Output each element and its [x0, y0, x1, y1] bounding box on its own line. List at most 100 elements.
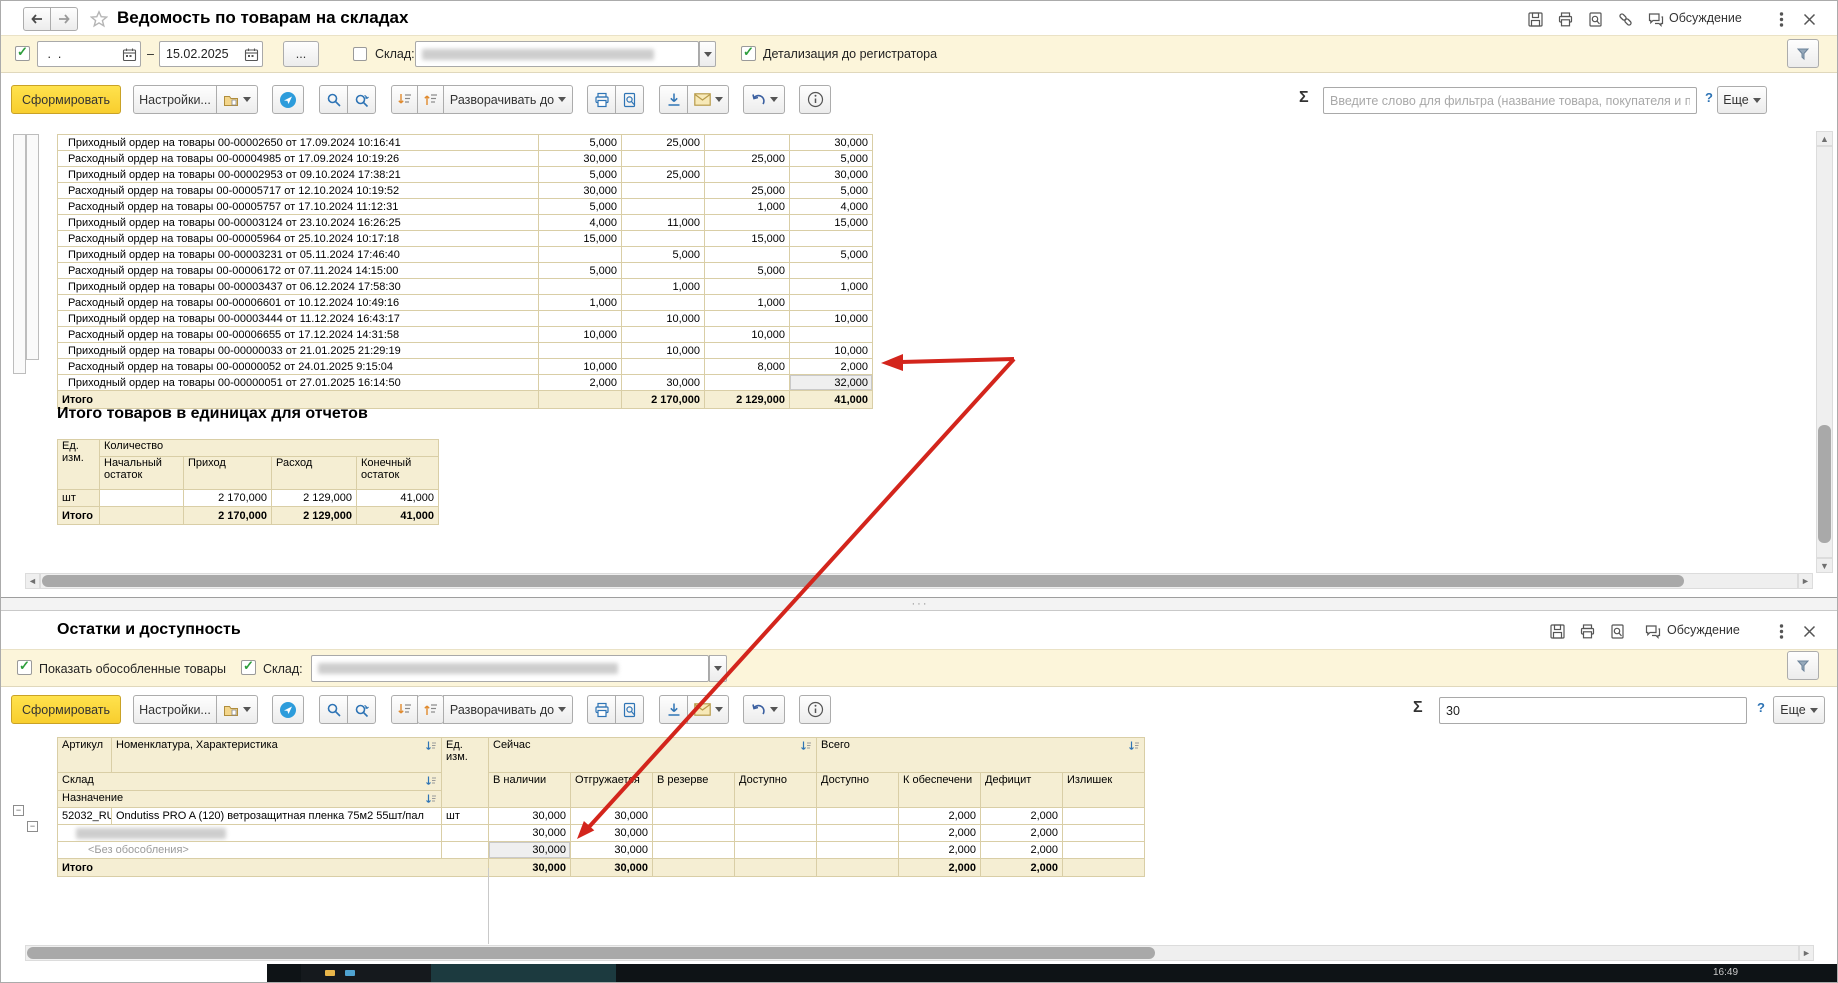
nomenclature-cell[interactable]: Ondutiss PRO A (120) ветрозащитная пленк… [112, 808, 442, 825]
report-cell[interactable]: 4,000 [539, 215, 622, 231]
link-icon[interactable] [1615, 9, 1635, 29]
to-supply-cell[interactable]: 2,000 [899, 842, 981, 859]
report-cell[interactable] [790, 295, 873, 311]
reserved-cell[interactable] [653, 808, 735, 825]
table-row[interactable]: 52032_RUS1 Ondutiss PRO A (120) ветрозащ… [58, 808, 1145, 825]
expand-to-button[interactable]: Разворачивать до [443, 85, 573, 114]
taskbar-app-logo[interactable] [301, 964, 431, 983]
table-row[interactable]: Приходный ордер на товары 00-00000051 от… [58, 375, 873, 391]
surplus-total[interactable] [1063, 859, 1145, 877]
kebab-menu-icon[interactable] [1773, 9, 1789, 29]
report-cell[interactable] [705, 135, 790, 151]
summary-total-out[interactable]: 2 129,000 [272, 507, 357, 525]
report-cell[interactable]: 30,000 [790, 167, 873, 183]
grouping-bar-level2[interactable] [26, 134, 39, 360]
in-stock-total[interactable]: 30,000 [489, 859, 571, 877]
preview-button[interactable] [615, 695, 644, 724]
summary-in-header[interactable]: Приход [184, 457, 272, 490]
to-supply-cell[interactable]: 2,000 [899, 825, 981, 842]
report-cell[interactable]: 10,000 [790, 311, 873, 327]
report-cell[interactable]: 32,000 [790, 375, 873, 391]
purpose-row-header[interactable]: Назначение [58, 791, 442, 808]
preview-button[interactable] [615, 85, 644, 114]
report-cell[interactable]: 1,000 [539, 295, 622, 311]
report-cell[interactable]: 8,000 [705, 359, 790, 375]
table-row[interactable]: Расходный ордер на товары 00-00006655 от… [58, 327, 873, 343]
table-row[interactable]: Расходный ордер на товары 00-00006601 от… [58, 295, 873, 311]
reserved-cell[interactable] [653, 825, 735, 842]
expand-groups-button[interactable] [417, 85, 444, 114]
report-cell[interactable]: Приходный ордер на товары 00-00003437 от… [58, 279, 539, 295]
available-cell[interactable] [735, 842, 817, 859]
sklad-field[interactable] [311, 655, 709, 682]
report-cell[interactable]: 10,000 [790, 343, 873, 359]
available-cell[interactable] [735, 808, 817, 825]
scroll-up-button[interactable]: ▲ [1816, 131, 1833, 146]
close-icon[interactable] [1799, 9, 1819, 29]
report-cell[interactable]: 5,000 [622, 247, 705, 263]
report-cell[interactable]: 5,000 [790, 183, 873, 199]
period-more-button[interactable]: ... [283, 41, 319, 67]
summary-qty-header[interactable]: Количество [100, 440, 439, 457]
table-row[interactable]: Приходный ордер на товары 00-00003231 от… [58, 247, 873, 263]
report-cell[interactable]: Приходный ордер на товары 00-00003124 от… [58, 215, 539, 231]
report-cell[interactable]: 5,000 [705, 263, 790, 279]
article-cell[interactable]: 52032_RUS1 [58, 808, 112, 825]
shipping-cell[interactable]: 30,000 [571, 842, 653, 859]
shipping-cell[interactable]: 30,000 [571, 808, 653, 825]
report-variants-button[interactable] [216, 695, 258, 724]
quick-filter-input[interactable] [1323, 87, 1697, 114]
more-button[interactable]: Еще [1773, 696, 1825, 724]
info-button[interactable] [799, 85, 831, 114]
table-row[interactable]: Расходный ордер на товары 00-00005717 от… [58, 183, 873, 199]
surplus-cell[interactable] [1063, 842, 1145, 859]
report-cell[interactable]: 5,000 [539, 167, 622, 183]
taskbar-app-segment[interactable] [431, 964, 616, 983]
expand-to-button[interactable]: Разворачивать до [443, 695, 573, 724]
settings-button[interactable]: Настройки... [133, 85, 217, 114]
print-preview-icon[interactable] [1607, 621, 1627, 641]
report-cell[interactable]: 5,000 [790, 247, 873, 263]
in-stock-cell-highlighted[interactable]: 30,000 [489, 842, 571, 859]
report-cell[interactable]: 25,000 [622, 167, 705, 183]
available2-total[interactable] [817, 859, 899, 877]
vertical-scrollbar-thumb[interactable] [1818, 425, 1831, 543]
surplus-cell[interactable] [1063, 825, 1145, 842]
grouping-bar-level1[interactable] [13, 134, 26, 374]
total-begin[interactable] [539, 391, 622, 409]
period-checkbox[interactable] [15, 46, 30, 61]
report-cell[interactable]: 30,000 [790, 135, 873, 151]
deficit-cell[interactable]: 2,000 [981, 808, 1063, 825]
report-cell[interactable]: Расходный ордер на товары 00-00004985 от… [58, 151, 539, 167]
summary-unit-header[interactable]: Ед. изм. [58, 440, 100, 490]
report-cell[interactable] [790, 263, 873, 279]
sklad-field[interactable] [415, 41, 699, 67]
now-group-header[interactable]: Сейчас [489, 738, 817, 773]
report-cell[interactable]: 10,000 [705, 327, 790, 343]
report-cell[interactable]: 30,000 [539, 151, 622, 167]
reserved-total[interactable] [653, 859, 735, 877]
report-cell[interactable] [622, 263, 705, 279]
total-out[interactable]: 2 129,000 [705, 391, 790, 409]
report-cell[interactable]: 30,000 [622, 375, 705, 391]
scroll-right-button[interactable]: ► [1798, 573, 1813, 589]
report-cell[interactable]: 10,000 [622, 343, 705, 359]
report-cell[interactable]: 15,000 [705, 231, 790, 247]
search-next-button[interactable] [347, 85, 376, 114]
report-cell[interactable]: 1,000 [705, 199, 790, 215]
surplus-cell[interactable] [1063, 808, 1145, 825]
search-next-button[interactable] [347, 695, 376, 724]
available2-header[interactable]: Доступно [817, 773, 899, 808]
summary-end-header[interactable]: Конечный остаток [357, 457, 439, 490]
forward-button[interactable] [50, 7, 78, 31]
report-cell[interactable]: 5,000 [539, 135, 622, 151]
table-row[interactable]: Приходный ордер на товары 00-00003444 от… [58, 311, 873, 327]
kebab-menu-icon[interactable] [1773, 621, 1789, 641]
history-button[interactable] [743, 695, 785, 724]
report-cell[interactable] [705, 375, 790, 391]
table-row[interactable]: Расходный ордер на товары 00-00005964 от… [58, 231, 873, 247]
generate-button[interactable]: Сформировать [11, 695, 121, 724]
sklad-dropdown-button[interactable] [709, 655, 727, 682]
tree-collapse-icon[interactable]: − [27, 821, 38, 832]
help-link[interactable]: ? [1705, 90, 1713, 105]
